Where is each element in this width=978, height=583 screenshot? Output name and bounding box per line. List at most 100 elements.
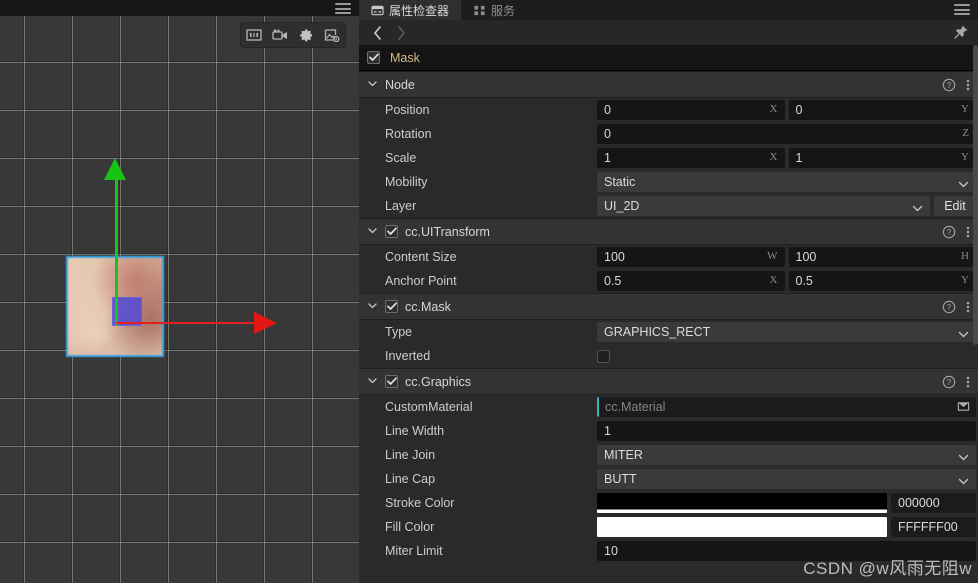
chevron-down-icon[interactable] xyxy=(367,375,378,389)
line-join-label: Line Join xyxy=(385,448,436,462)
fill-color-hex-input[interactable]: FFFFFF00 xyxy=(891,517,976,537)
content-size-label: Content Size xyxy=(385,250,457,264)
mobility-select[interactable]: Static xyxy=(597,172,976,192)
nav-forward-button[interactable] xyxy=(389,22,413,44)
row-custom-material: CustomMaterial cc.Material xyxy=(359,395,978,419)
row-line-join: Line Join MITER xyxy=(359,443,978,467)
scale-x-axis-label: X xyxy=(769,151,778,163)
scale-y-input[interactable]: 1 Y xyxy=(788,148,976,168)
row-layer: Layer UI_2D Edit xyxy=(359,194,978,218)
line-join-select[interactable]: MITER xyxy=(597,445,976,465)
gizmo-x-axis-arrow-icon[interactable] xyxy=(254,312,277,334)
chevron-down-icon[interactable] xyxy=(367,78,378,92)
gizmo-y-axis-arrow-icon[interactable] xyxy=(104,158,126,180)
position-x-input[interactable]: 0 X xyxy=(597,100,785,120)
more-vertical-icon[interactable] xyxy=(966,225,970,239)
line-cap-select[interactable]: BUTT xyxy=(597,469,976,489)
tab-services[interactable]: 服务 xyxy=(461,0,527,20)
section-graphics: cc.Graphics ? CustomMaterial cc.Material… xyxy=(359,368,978,563)
scene-panel-menu-icon[interactable] xyxy=(335,3,351,14)
more-vertical-icon[interactable] xyxy=(966,78,970,92)
position-y-input[interactable]: 0 Y xyxy=(788,100,976,120)
line-width-value: 1 xyxy=(604,424,611,438)
inverted-checkbox[interactable] xyxy=(597,349,610,363)
scene-viewport[interactable] xyxy=(0,16,359,583)
more-vertical-icon[interactable] xyxy=(966,375,970,389)
editor-window: 属性检查器 服务 Mask Node ? Position 0 X 0 Y Ro… xyxy=(0,0,978,583)
rotation-z-axis-label: Z xyxy=(962,127,969,139)
chevron-down-icon[interactable] xyxy=(367,225,378,239)
row-scale: Scale 1 X 1 Y xyxy=(359,146,978,170)
inspector-panel-menu-icon[interactable] xyxy=(954,4,970,15)
scale-1-1-icon[interactable] xyxy=(245,26,263,44)
scale-x-input[interactable]: 1 X xyxy=(597,148,785,168)
chevron-down-icon xyxy=(958,475,969,489)
help-circle-icon[interactable]: ? xyxy=(942,225,956,239)
rotation-z-input[interactable]: 0 Z xyxy=(597,124,976,144)
section-graphics-title: cc.Graphics xyxy=(405,374,471,389)
mask-enabled-checkbox[interactable] xyxy=(385,300,398,313)
layer-label: Layer xyxy=(385,199,417,213)
position-x-value: 0 xyxy=(604,103,611,117)
position-y-value: 0 xyxy=(795,103,803,117)
stroke-color-swatch[interactable] xyxy=(597,493,887,513)
content-size-height-value: 100 xyxy=(795,250,817,264)
tab-services-label: 服务 xyxy=(491,3,516,18)
row-line-cap: Line Cap BUTT xyxy=(359,467,978,491)
graphics-enabled-checkbox[interactable] xyxy=(385,375,398,388)
content-size-height-input[interactable]: 100 H xyxy=(788,247,976,267)
image-settings-icon[interactable] xyxy=(323,26,341,44)
uitransform-enabled-checkbox[interactable] xyxy=(385,225,398,238)
tab-property-inspector-label: 属性检查器 xyxy=(389,3,450,18)
miter-limit-value: 10 xyxy=(604,544,618,558)
inspector-scrollbar-thumb[interactable] xyxy=(973,45,978,345)
section-graphics-header[interactable]: cc.Graphics ? xyxy=(359,368,978,395)
mask-type-value: GRAPHICS_RECT xyxy=(604,325,711,339)
pin-icon[interactable] xyxy=(953,24,969,43)
custom-material-asset-field[interactable]: cc.Material xyxy=(597,397,976,417)
row-position: Position 0 X 0 Y xyxy=(359,98,978,122)
gear-icon[interactable] xyxy=(297,26,315,44)
custom-material-label: CustomMaterial xyxy=(385,400,473,414)
scale-y-axis-label: Y xyxy=(961,151,969,163)
scale-y-value: 1 xyxy=(795,151,803,165)
section-mask-header[interactable]: cc.Mask ? xyxy=(359,293,978,320)
fill-color-swatch[interactable] xyxy=(597,517,887,537)
inspector-scrollbar[interactable] xyxy=(973,45,978,583)
scale-label: Scale xyxy=(385,151,417,165)
layer-select[interactable]: UI_2D xyxy=(597,196,930,216)
section-node: Node ? Position 0 X 0 Y Rotation 0 Z Sca… xyxy=(359,71,978,218)
node-enabled-checkbox[interactable] xyxy=(367,51,380,64)
anchor-point-x-value: 0.5 xyxy=(604,274,622,288)
tab-property-inspector[interactable]: 属性检查器 xyxy=(359,0,462,20)
inspector-content: Mask Node ? Position 0 X 0 Y Rotation 0 … xyxy=(359,45,978,583)
chevron-down-icon[interactable] xyxy=(367,300,378,314)
gizmo-y-axis[interactable] xyxy=(115,174,118,326)
inspector-panel: 属性检查器 服务 Mask Node ? Position 0 X 0 Y Ro… xyxy=(359,0,978,583)
help-circle-icon[interactable]: ? xyxy=(942,300,956,314)
layer-edit-button[interactable]: Edit xyxy=(934,196,976,216)
line-width-input[interactable]: 1 xyxy=(597,421,976,441)
node-header: Mask xyxy=(359,45,978,71)
stroke-color-hex-input[interactable]: 000000 xyxy=(891,493,976,513)
content-size-width-axis-label: W xyxy=(767,250,778,262)
section-uitransform-header[interactable]: cc.UITransform ? xyxy=(359,218,978,245)
layer-value: UI_2D xyxy=(604,199,640,213)
help-circle-icon[interactable]: ? xyxy=(942,375,956,389)
section-node-header[interactable]: Node ? xyxy=(359,71,978,98)
nav-back-button[interactable] xyxy=(365,22,389,44)
miter-limit-input[interactable]: 10 xyxy=(597,541,976,561)
content-size-width-input[interactable]: 100 W xyxy=(597,247,785,267)
mask-type-select[interactable]: GRAPHICS_RECT xyxy=(597,322,976,342)
more-vertical-icon[interactable] xyxy=(966,300,970,314)
anchor-point-x-input[interactable]: 0.5 X xyxy=(597,271,785,291)
camera-icon[interactable] xyxy=(271,26,289,44)
row-fill-color: Fill Color FFFFFF00 xyxy=(359,515,978,539)
anchor-point-y-input[interactable]: 0.5 Y xyxy=(788,271,976,291)
rotation-z-value: 0 xyxy=(604,127,611,141)
asset-picker-icon[interactable] xyxy=(957,400,970,416)
gizmo-x-axis[interactable] xyxy=(116,322,256,324)
scale-x-value: 1 xyxy=(604,151,611,165)
row-line-width: Line Width 1 xyxy=(359,419,978,443)
help-circle-icon[interactable]: ? xyxy=(942,78,956,92)
